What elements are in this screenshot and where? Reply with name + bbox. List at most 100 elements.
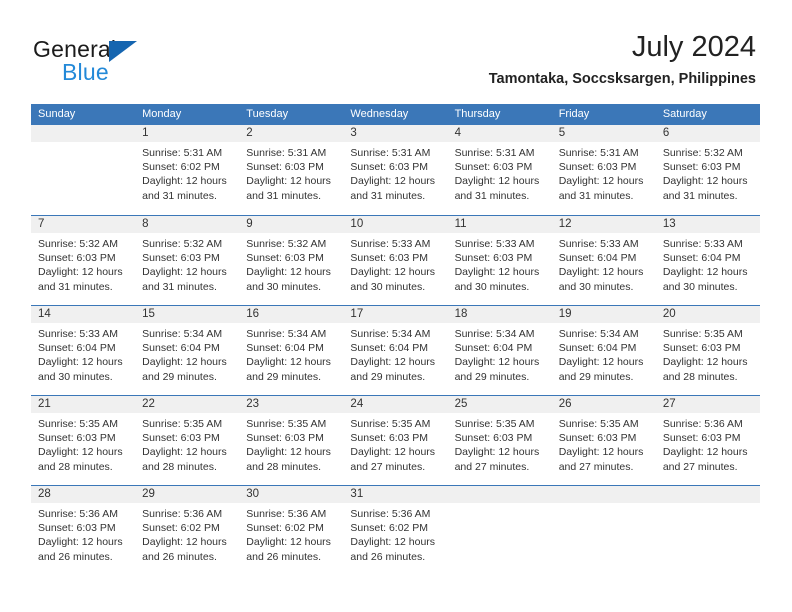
day-detail-line: Sunrise: 5:35 AM (142, 418, 223, 430)
day-details (552, 503, 656, 507)
day-number: 9 (239, 216, 344, 233)
calendar-day-cell[interactable]: 3 Sunrise: 5:31 AM Sunset: 6:03 PM Daylight… (343, 125, 448, 215)
day-number: 7 (31, 216, 136, 233)
day-detail-line: Daylight: 12 hours (454, 356, 540, 369)
day-detail-line: Sunset: 6:03 PM (350, 161, 429, 174)
calendar-day-cell[interactable]: 26 Sunrise: 5:35 AM Sunset: 6:03 PM Dayligh… (551, 396, 656, 485)
calendar-day-cell[interactable]: 18 Sunrise: 5:34 AM Sunset: 6:04 PM Dayligh… (447, 306, 552, 395)
calendar-day-cell[interactable]: 10 Sunrise: 5:33 AM Sunset: 6:03 PM Dayligh… (343, 216, 448, 305)
brand-name-blue: Blue (62, 59, 109, 85)
day-detail-line: and 30 minutes. (454, 280, 530, 293)
day-detail-line: Sunset: 6:04 PM (454, 342, 533, 355)
calendar-day-cell[interactable]: 9 Sunrise: 5:32 AM Sunset: 6:03 PM Daylight… (239, 216, 344, 305)
weekday-header-sunday: Sunday (38, 108, 76, 120)
day-detail-line: Daylight: 12 hours (454, 446, 540, 459)
day-detail-line: Sunset: 6:03 PM (142, 252, 220, 265)
day-number: 29 (135, 486, 240, 503)
calendar-day-cell[interactable]: 19 Sunrise: 5:34 AM Sunset: 6:04 PM Dayligh… (551, 306, 656, 395)
calendar-day-cell[interactable]: 5 Sunrise: 5:31 AM Sunset: 6:03 PM Daylight… (551, 125, 656, 215)
calendar-day-cell[interactable]: 24 Sunrise: 5:35 AM Sunset: 6:03 PM Dayligh… (343, 396, 448, 485)
day-number: 28 (31, 486, 136, 503)
weekday-header-friday: Friday (558, 108, 590, 120)
page-subtitle: Tamontaka, Soccsksargen, Philippines (488, 71, 756, 87)
day-number: 21 (31, 396, 136, 413)
calendar-day-cell[interactable]: 30 Sunrise: 5:36 AM Sunset: 6:02 PM Dayligh… (239, 486, 344, 575)
day-details: Sunrise: 5:34 AM Sunset: 6:04 PM Daylight:… (239, 323, 343, 384)
day-number (655, 486, 760, 503)
calendar-page: General Blue July 2024 Tamontaka, Soccsk… (0, 0, 792, 612)
day-detail-line: Sunrise: 5:31 AM (142, 147, 223, 159)
day-number: 24 (343, 396, 448, 413)
day-detail-line: Sunset: 6:02 PM (246, 522, 324, 535)
day-detail-line: and 29 minutes. (454, 370, 530, 383)
day-detail-line: Sunrise: 5:31 AM (558, 147, 639, 159)
calendar-day-cell[interactable]: 12 Sunrise: 5:33 AM Sunset: 6:04 PM Dayligh… (551, 216, 656, 305)
calendar-cell-empty (31, 125, 136, 215)
calendar-day-cell[interactable]: 6 Sunrise: 5:32 AM Sunset: 6:03 PM Daylight… (655, 125, 760, 215)
day-detail-line: Sunrise: 5:33 AM (38, 328, 118, 340)
brand-logo[interactable]: General Blue (33, 36, 233, 90)
calendar-day-cell[interactable]: 17 Sunrise: 5:34 AM Sunset: 6:04 PM Dayligh… (343, 306, 448, 395)
day-detail-line: Daylight: 12 hours (662, 175, 748, 188)
day-detail-line: Daylight: 12 hours (246, 446, 331, 459)
day-details: Sunrise: 5:35 AM Sunset: 6:03 PM Daylight:… (552, 413, 656, 474)
day-detail-line: Sunset: 6:02 PM (350, 522, 429, 535)
calendar-day-cell[interactable]: 11 Sunrise: 5:33 AM Sunset: 6:03 PM Dayligh… (447, 216, 552, 305)
calendar-day-cell[interactable]: 29 Sunrise: 5:36 AM Sunset: 6:02 PM Dayligh… (135, 486, 240, 575)
calendar-day-cell[interactable]: 27 Sunrise: 5:36 AM Sunset: 6:03 PM Dayligh… (655, 396, 760, 485)
day-number: 12 (551, 216, 656, 233)
day-number: 20 (655, 306, 760, 323)
calendar-day-cell[interactable]: 23 Sunrise: 5:35 AM Sunset: 6:03 PM Dayligh… (239, 396, 344, 485)
day-details: Sunrise: 5:32 AM Sunset: 6:03 PM Daylight:… (135, 233, 239, 294)
weekday-header-monday: Monday (142, 108, 182, 120)
weekday-header-row: Sunday Monday Tuesday Wednesday Thursday Frid… (31, 104, 760, 125)
calendar-day-cell[interactable]: 4 Sunrise: 5:31 AM Sunset: 6:03 PM Daylight… (447, 125, 552, 215)
day-detail-line: and 30 minutes. (558, 280, 634, 293)
calendar-cell-empty (655, 486, 760, 575)
calendar-day-cell[interactable]: 31 Sunrise: 5:36 AM Sunset: 6:02 PM Dayligh… (343, 486, 448, 575)
page-header: General Blue July 2024 Tamontaka, Soccsk… (0, 0, 792, 104)
day-detail-line: Daylight: 12 hours (350, 175, 436, 188)
day-number: 11 (447, 216, 552, 233)
day-detail-line: Sunrise: 5:32 AM (38, 238, 118, 250)
day-detail-line: Daylight: 12 hours (350, 536, 436, 549)
calendar-day-cell[interactable]: 15 Sunrise: 5:34 AM Sunset: 6:04 PM Dayligh… (135, 306, 240, 395)
calendar-day-cell[interactable]: 8 Sunrise: 5:32 AM Sunset: 6:03 PM Daylight… (135, 216, 240, 305)
day-detail-line: and 26 minutes. (246, 550, 321, 563)
day-details: Sunrise: 5:34 AM Sunset: 6:04 PM Daylight:… (552, 323, 656, 384)
day-number: 1 (135, 125, 240, 142)
calendar-day-cell[interactable]: 22 Sunrise: 5:35 AM Sunset: 6:03 PM Dayligh… (135, 396, 240, 485)
calendar-day-cell[interactable]: 1 Sunrise: 5:31 AM Sunset: 6:02 PM Daylight… (135, 125, 240, 215)
day-number: 5 (551, 125, 656, 142)
day-details: Sunrise: 5:31 AM Sunset: 6:03 PM Daylight:… (448, 142, 552, 203)
day-details: Sunrise: 5:35 AM Sunset: 6:03 PM Daylight:… (135, 413, 239, 474)
weekday-header-tuesday: Tuesday (246, 108, 289, 120)
day-detail-line: Sunset: 6:03 PM (246, 252, 324, 265)
day-detail-line: Sunrise: 5:34 AM (246, 328, 327, 340)
day-detail-line: and 28 minutes. (142, 460, 217, 473)
day-detail-line: Daylight: 12 hours (662, 266, 748, 279)
calendar-day-cell[interactable]: 14 Sunrise: 5:33 AM Sunset: 6:04 PM Dayligh… (31, 306, 136, 395)
day-detail-line: Sunrise: 5:35 AM (350, 418, 431, 430)
calendar-day-cell[interactable]: 28 Sunrise: 5:36 AM Sunset: 6:03 PM Dayligh… (31, 486, 136, 575)
day-detail-line: and 28 minutes. (38, 460, 113, 473)
calendar-day-cell[interactable]: 2 Sunrise: 5:31 AM Sunset: 6:03 PM Daylight… (239, 125, 344, 215)
weekday-header-thursday: Thursday (454, 108, 501, 120)
calendar-grid: Sunday Monday Tuesday Wednesday Thursday Frid… (31, 104, 760, 575)
calendar-day-cell[interactable]: 7 Sunrise: 5:32 AM Sunset: 6:03 PM Daylight… (31, 216, 136, 305)
calendar-day-cell[interactable]: 16 Sunrise: 5:34 AM Sunset: 6:04 PM Dayligh… (239, 306, 344, 395)
day-detail-line: and 26 minutes. (350, 550, 426, 563)
calendar-day-cell[interactable]: 13 Sunrise: 5:33 AM Sunset: 6:04 PM Dayligh… (655, 216, 760, 305)
calendar-week-row: 28 Sunrise: 5:36 AM Sunset: 6:03 PM Dayligh… (31, 485, 760, 575)
calendar-day-cell[interactable]: 25 Sunrise: 5:35 AM Sunset: 6:03 PM Dayligh… (447, 396, 552, 485)
day-detail-line: Daylight: 12 hours (350, 356, 436, 369)
calendar-day-cell[interactable]: 20 Sunrise: 5:35 AM Sunset: 6:03 PM Dayligh… (655, 306, 760, 395)
calendar-day-cell[interactable]: 21 Sunrise: 5:35 AM Sunset: 6:03 PM Dayligh… (31, 396, 136, 485)
day-details: Sunrise: 5:35 AM Sunset: 6:03 PM Daylight:… (31, 413, 135, 474)
day-detail-line: Daylight: 12 hours (38, 536, 123, 549)
day-details: Sunrise: 5:34 AM Sunset: 6:04 PM Daylight:… (135, 323, 239, 384)
day-detail-line: and 27 minutes. (454, 460, 530, 473)
day-detail-line: Sunset: 6:03 PM (246, 161, 324, 174)
day-detail-line: and 28 minutes. (246, 460, 321, 473)
day-detail-line: Daylight: 12 hours (38, 266, 123, 279)
